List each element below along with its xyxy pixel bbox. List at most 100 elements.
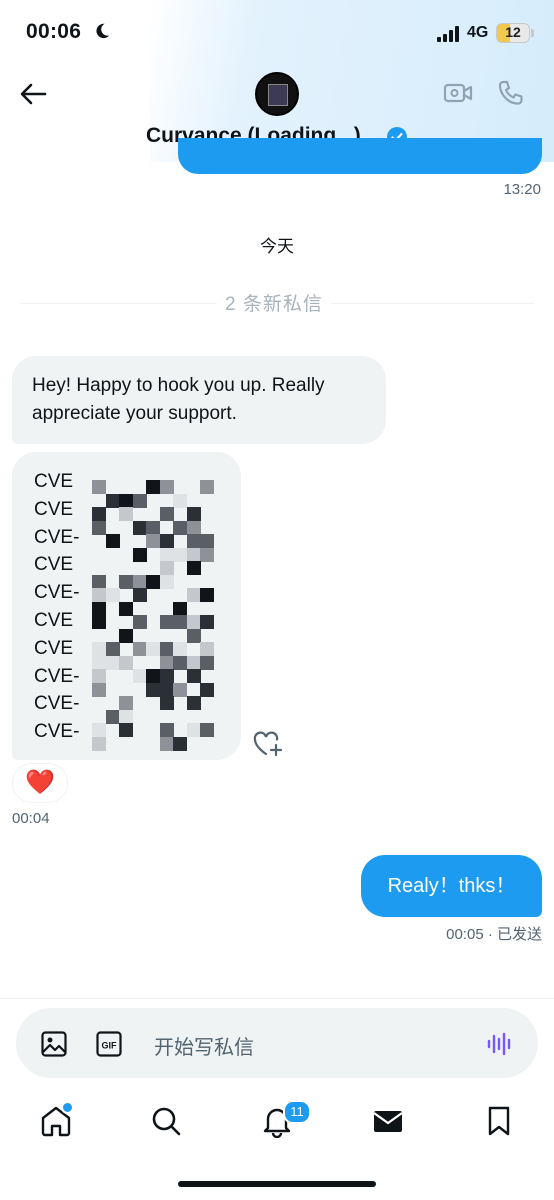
redaction-block (146, 669, 160, 683)
redaction-block (159, 696, 174, 710)
redaction-block (132, 493, 147, 508)
redaction-block (159, 574, 174, 589)
voice-wave-icon[interactable] (486, 1030, 514, 1058)
redaction-block (105, 534, 120, 548)
redaction-block (119, 696, 133, 710)
avatar-image (268, 84, 288, 106)
redaction-block (173, 736, 187, 751)
redaction-block (159, 480, 174, 494)
message-timestamp: 13:20 (503, 181, 541, 198)
message-input[interactable]: 开始写私信 (154, 1031, 254, 1060)
redaction-block (200, 534, 214, 548)
notifications-badge: 11 (283, 1100, 311, 1124)
redaction-block (173, 615, 187, 629)
redaction-block (119, 493, 133, 508)
redaction-block (173, 601, 187, 616)
redaction-block (186, 628, 201, 643)
redaction-block (186, 723, 201, 737)
redaction-block (92, 736, 106, 751)
redaction-block (105, 642, 120, 656)
redaction-block (119, 655, 133, 670)
redaction-block (132, 615, 147, 629)
redaction-block (159, 507, 174, 521)
redaction-block (119, 601, 133, 616)
mail-icon[interactable] (371, 1104, 405, 1138)
redaction-block (132, 669, 147, 683)
heart-reaction[interactable]: ❤️ (12, 763, 68, 803)
status-time: 00:06 (26, 20, 82, 43)
status-bar: 00:06 4G 12 (0, 0, 554, 64)
signal-icon (437, 26, 459, 42)
redaction-block (132, 574, 147, 589)
redaction-block (132, 547, 147, 562)
redaction-block (146, 642, 160, 656)
redaction-block (132, 588, 147, 602)
redaction-block (159, 723, 174, 737)
redaction-block (186, 655, 201, 670)
phone-icon[interactable] (497, 79, 525, 107)
avatar[interactable] (255, 72, 299, 116)
redaction-block (119, 574, 133, 589)
redaction-block (186, 615, 201, 629)
redaction-block (159, 615, 174, 629)
redaction-block (186, 588, 201, 602)
redaction-block (105, 709, 120, 724)
redaction-block (92, 655, 106, 670)
redaction-block (200, 615, 214, 629)
redaction-block (200, 682, 214, 697)
search-icon[interactable] (149, 1104, 183, 1138)
redaction-block (146, 480, 160, 494)
message-text: Realy！thks！ (387, 875, 516, 897)
redaction-block (159, 669, 174, 683)
redaction-block (105, 588, 120, 602)
redaction-block (159, 682, 174, 697)
redaction-block (186, 561, 201, 575)
redaction-block (119, 628, 133, 643)
message-status: 00:05 · 已发送 (446, 926, 542, 943)
redaction-block (92, 588, 106, 602)
redaction-block (200, 588, 214, 602)
redaction-block (92, 520, 106, 535)
outgoing-message-bubble[interactable]: Realy！thks！ (361, 855, 542, 917)
svg-text:GIF: GIF (102, 1041, 118, 1051)
redaction-block (119, 723, 133, 737)
bookmark-icon[interactable] (482, 1104, 516, 1138)
video-call-icon[interactable] (443, 80, 473, 106)
redaction-block (105, 493, 120, 508)
redaction-block (146, 574, 160, 589)
redaction-block (200, 480, 214, 494)
cve-line: CVE (34, 471, 74, 492)
redaction-block (173, 520, 187, 535)
redaction-block (159, 655, 174, 670)
redaction-block (186, 520, 201, 535)
image-icon[interactable] (40, 1030, 68, 1058)
redaction-block (119, 709, 133, 724)
battery-icon: 12 (496, 23, 530, 43)
gif-icon[interactable]: GIF (95, 1030, 123, 1058)
redaction-block (92, 682, 106, 697)
add-reaction-icon[interactable] (252, 730, 284, 758)
arrow-left-icon[interactable] (18, 80, 48, 108)
redaction-block (186, 507, 201, 521)
home-indicator (178, 1181, 376, 1187)
message-timestamp: 00:04 (12, 810, 50, 827)
redaction-block (132, 520, 147, 535)
redaction-block (200, 642, 214, 656)
incoming-message-bubble[interactable]: Hey! Happy to hook you up. Really apprec… (12, 356, 386, 444)
redaction-block (92, 480, 106, 494)
redaction-block (186, 534, 201, 548)
redaction-block (173, 493, 187, 508)
message-text: Hey! Happy to hook you up. Really apprec… (32, 375, 325, 424)
redaction-block (92, 574, 106, 589)
redaction-block (146, 520, 160, 535)
redaction-block (200, 547, 214, 562)
network-type: 4G (467, 24, 489, 41)
redaction-block (146, 682, 160, 697)
redaction-block (159, 561, 174, 575)
redaction-block (92, 723, 106, 737)
redaction-block (92, 642, 106, 656)
outgoing-message-bubble-partial[interactable] (178, 138, 542, 174)
redaction-block (92, 601, 106, 616)
composer-divider (0, 998, 554, 999)
redaction-block (186, 547, 201, 562)
